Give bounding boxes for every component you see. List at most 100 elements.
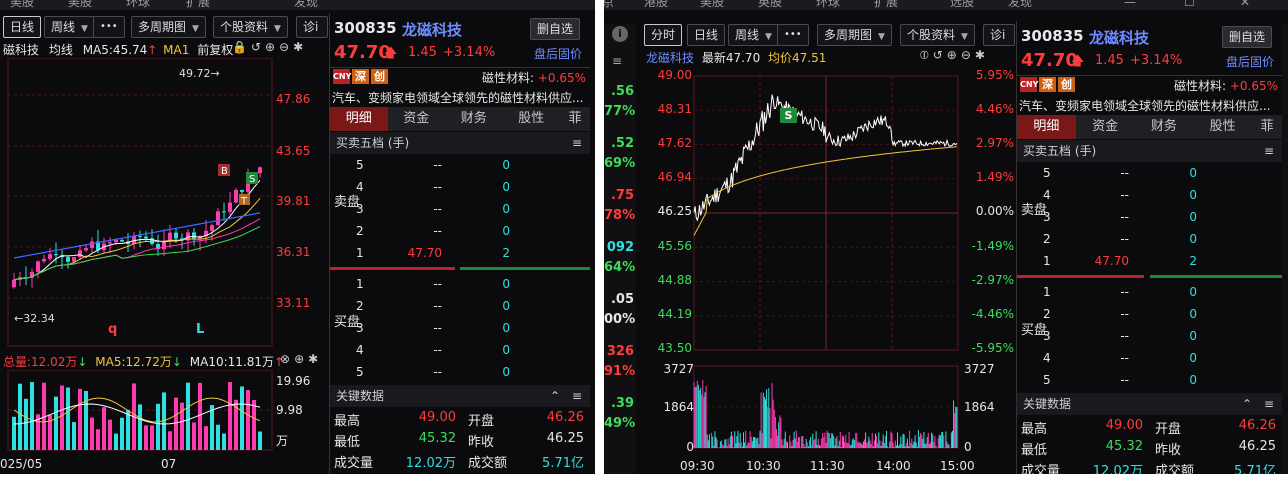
volume-bar: [120, 417, 124, 450]
after-hours-link[interactable]: 盘后固价: [1226, 53, 1274, 70]
chevron-down-icon: ▼: [192, 24, 199, 34]
market-badge: 深: [352, 69, 369, 84]
volume-bar: [90, 417, 94, 450]
remove-watchlist-button[interactable]: 删自选: [1221, 26, 1272, 48]
menu-item[interactable]: 扩展: [186, 0, 210, 10]
tab-1[interactable]: 资金: [388, 107, 446, 131]
chevron-down-icon: ▼: [878, 32, 885, 42]
minus-icon[interactable]: ⊖: [961, 48, 975, 62]
menu-item[interactable]: 发现: [294, 0, 318, 10]
more-button[interactable]: •••: [93, 16, 125, 38]
stock-description[interactable]: 汽车、变频家电领域全球领先的磁性材料供应...: [332, 89, 588, 106]
gear-icon[interactable]: ✱: [293, 40, 307, 54]
plus-icon[interactable]: ⊕: [294, 352, 308, 366]
key-label: 最高: [1021, 422, 1048, 437]
price-change: 1.45: [408, 45, 437, 60]
close-icon[interactable]: ⊗: [280, 352, 294, 366]
tab-2[interactable]: 财务: [445, 107, 503, 131]
more-button[interactable]: •••: [777, 24, 809, 46]
menu-item[interactable]: 美股: [700, 0, 724, 10]
diagnosis-button[interactable]: 诊ⅰ: [296, 16, 328, 38]
undo-icon[interactable]: ↺: [251, 40, 265, 54]
gear-icon[interactable]: ✱: [975, 48, 989, 62]
sector-label[interactable]: 磁性材料:: [1174, 79, 1226, 93]
candle-body: [48, 254, 52, 259]
bid-price: --: [433, 277, 442, 291]
volume-bar: [240, 386, 244, 450]
profile-button[interactable]: 个股资料 ▼: [900, 24, 975, 46]
menu-icon[interactable]: ≡: [1264, 393, 1274, 415]
tab-3[interactable]: 股性: [1193, 115, 1252, 139]
volume-bar: [174, 397, 178, 450]
menu-icon[interactable]: ≡: [1264, 140, 1274, 162]
gear-icon[interactable]: ✱: [308, 352, 322, 366]
tab-3[interactable]: 股性: [503, 107, 561, 131]
stock-description[interactable]: 汽车、变频家电领域全球领先的磁性材料供应...: [1019, 97, 1280, 114]
menu-icon[interactable]: ≡: [612, 54, 622, 68]
menu-item[interactable]: 环球: [126, 0, 150, 10]
ask-volume: 0: [1189, 232, 1197, 246]
lock-icon[interactable]: 🔒: [232, 40, 251, 54]
maximize-icon[interactable]: ☐: [1184, 0, 1195, 9]
tab-more[interactable]: 菲: [1252, 115, 1282, 139]
collapse-icon[interactable]: ⌃: [1242, 393, 1252, 415]
period-minute-button[interactable]: 分时: [644, 24, 683, 46]
undo-icon[interactable]: ↺: [933, 48, 947, 62]
menu-item[interactable]: 选股: [950, 0, 974, 10]
tab-1[interactable]: 资金: [1076, 115, 1135, 139]
info-icon[interactable]: i: [612, 26, 628, 42]
volume-bar: [84, 390, 88, 450]
period-day-button[interactable]: 日线: [3, 16, 42, 38]
menu-item[interactable]: 美股: [68, 0, 92, 10]
ma-label[interactable]: 均线: [49, 43, 73, 57]
menu-icon[interactable]: ≡: [572, 385, 582, 407]
adjust-label[interactable]: 前复权: [197, 43, 233, 57]
plus-icon[interactable]: ⊕: [947, 48, 961, 62]
key-label: 开盘: [468, 414, 495, 429]
volume-bar: [228, 382, 232, 450]
bid-volume: 0: [502, 277, 510, 291]
profile-button[interactable]: 个股资料 ▼: [213, 16, 288, 38]
lock-icon[interactable]: ⦶: [920, 48, 933, 62]
sector-label[interactable]: 磁性材料:: [482, 71, 534, 85]
menu-item[interactable]: 发现: [1008, 0, 1032, 10]
pct-tick: 0.00%: [975, 204, 1014, 219]
candle-body: [210, 225, 214, 231]
vol-unit: 万: [276, 434, 289, 448]
tab-0[interactable]: 明细: [330, 107, 388, 131]
volume-bar: [222, 433, 226, 450]
menu-item[interactable]: 扩展: [874, 0, 898, 10]
tab-0[interactable]: 明细: [1017, 115, 1076, 139]
menu-item[interactable]: 环球: [816, 0, 840, 10]
menu-item[interactable]: 港股: [644, 0, 668, 10]
tab-2[interactable]: 财务: [1135, 115, 1194, 139]
candle-body: [258, 167, 262, 174]
menu-item[interactable]: 英股: [758, 0, 782, 10]
bid-volume: 0: [502, 321, 510, 335]
date-tick: 07: [161, 457, 177, 471]
plus-icon[interactable]: ⊕: [265, 40, 279, 54]
intraday-stock-name: 龙磁科技: [646, 51, 695, 65]
close-icon[interactable]: ✕: [1240, 0, 1250, 9]
price-tick: 39.81: [276, 194, 311, 208]
bid-price: --: [1120, 285, 1129, 299]
after-hours-link[interactable]: 盘后固价: [534, 45, 582, 62]
last-price: 47.70: [334, 42, 391, 63]
period-week-button[interactable]: 周线 ▼: [44, 16, 95, 38]
minimize-icon[interactable]: —: [1124, 0, 1136, 9]
candle-body: [168, 232, 172, 241]
minus-icon[interactable]: ⊖: [279, 40, 293, 54]
multi-period-button[interactable]: 多周期图 ▼: [817, 24, 892, 46]
diagnosis-button[interactable]: 诊ⅰ: [983, 24, 1015, 46]
candle-body: [114, 239, 118, 243]
collapse-icon[interactable]: ⌃: [550, 385, 560, 407]
chart-frame: [7, 58, 273, 347]
menu-icon[interactable]: ≡: [572, 132, 582, 154]
period-day-button[interactable]: 日线: [687, 24, 726, 46]
menu-item[interactable]: 美股: [10, 0, 34, 10]
right-window: 京 港股 美股 英股 环球 扩展 选股 发现 — ☐ ✕ i ≡ .56 77%.…: [604, 0, 1288, 474]
remove-watchlist-button[interactable]: 删自选: [529, 18, 580, 40]
multi-period-button[interactable]: 多周期图 ▼: [131, 16, 206, 38]
tab-more[interactable]: 菲: [560, 107, 590, 131]
period-week-button[interactable]: 周线 ▼: [728, 24, 779, 46]
